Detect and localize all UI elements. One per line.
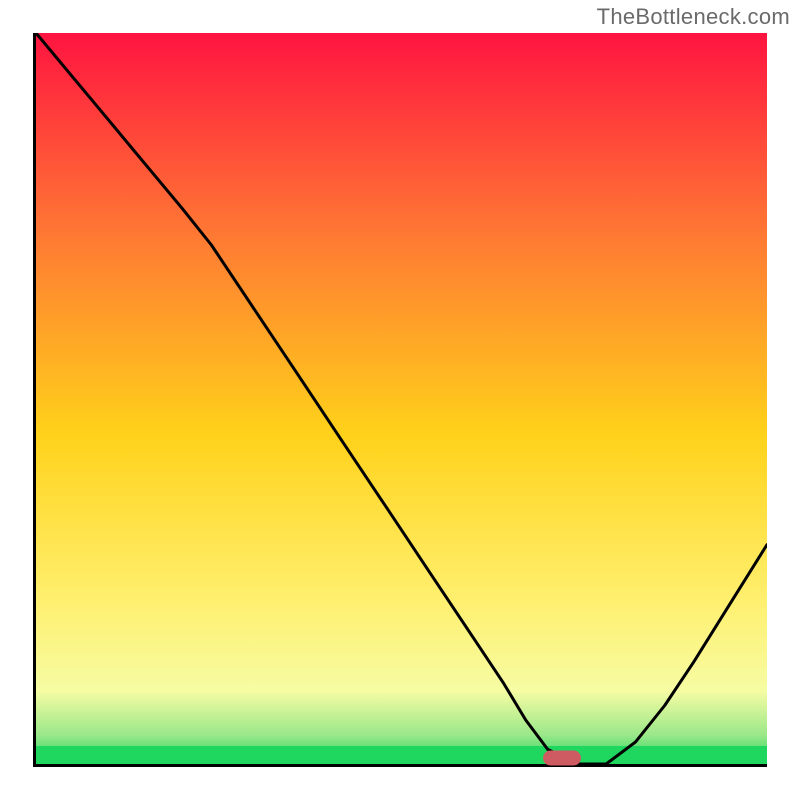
axis-frame <box>33 33 767 767</box>
optimal-marker <box>543 751 581 766</box>
watermark-text: TheBottleneck.com <box>597 4 790 30</box>
